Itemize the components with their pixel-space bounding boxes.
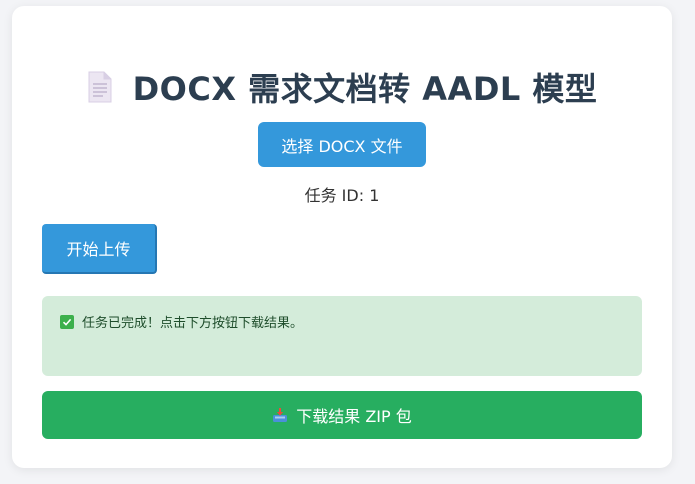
page-title: DOCX 需求文档转 AADL 模型 (132, 70, 598, 108)
status-message: 任务已完成！点击下方按钮下载结果。 (82, 316, 304, 331)
download-zip-button[interactable]: 下载结果 ZIP 包 (42, 391, 642, 439)
main-card: DOCX 需求文档转 AADL 模型 选择 DOCX 文件 任务 ID: 1 开… (12, 6, 672, 468)
header: DOCX 需求文档转 AADL 模型 (12, 62, 672, 112)
download-button-label: 下载结果 ZIP 包 (296, 407, 412, 426)
status-message-box: 任务已完成！点击下方按钮下载结果。 (42, 296, 642, 376)
download-tray-icon (272, 407, 288, 423)
task-id-label: 任务 ID: 1 (304, 186, 380, 205)
select-docx-file-button[interactable]: 选择 DOCX 文件 (258, 122, 426, 167)
status-line: 任务已完成！点击下方按钮下载结果。 (60, 312, 303, 331)
check-icon (60, 314, 74, 329)
start-upload-button[interactable]: 开始上传 (42, 224, 157, 274)
document-icon (87, 71, 113, 103)
